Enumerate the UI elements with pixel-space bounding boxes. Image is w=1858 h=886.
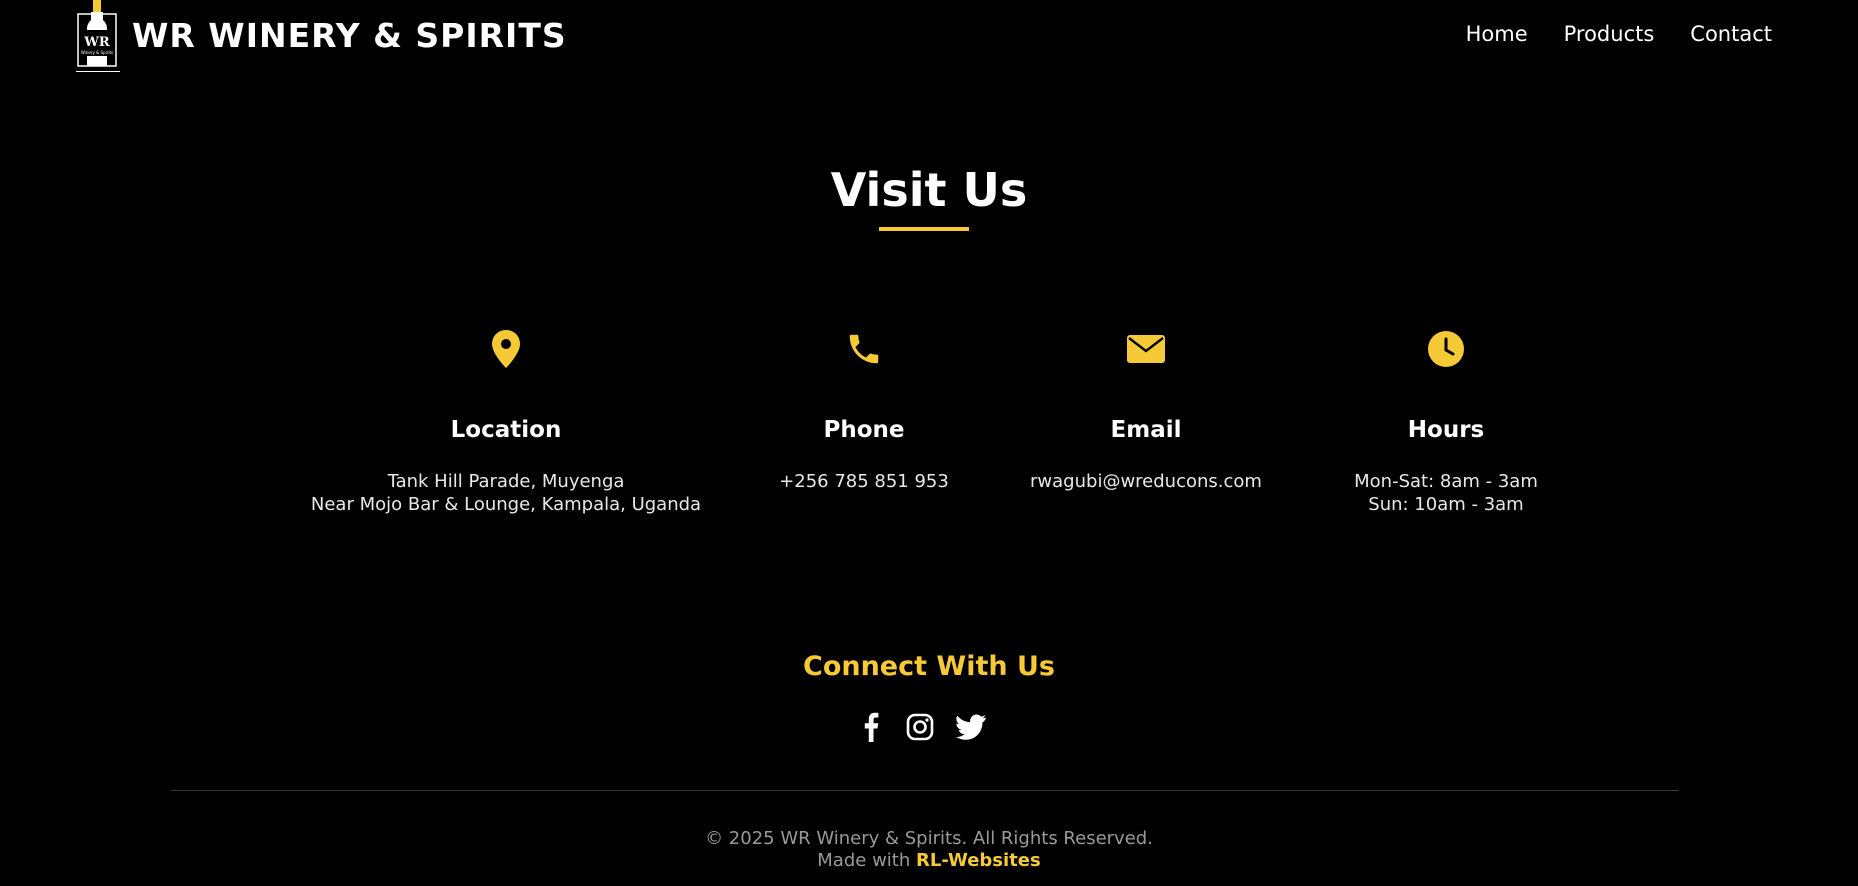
made-with-prefix: Made with (817, 850, 911, 871)
email-heading: Email (1110, 417, 1182, 443)
location-card: Location Tank Hill Parade, Muyenga Near … (306, 328, 706, 516)
logo-tagline: Winery & Spirits (81, 50, 113, 55)
rl-websites-link[interactable]: RL-Websites (916, 850, 1041, 871)
phone-card: Phone +256 785 851 953 (764, 328, 964, 493)
facebook-icon[interactable] (858, 712, 884, 742)
title-underline (879, 227, 969, 231)
main-nav: Home Products Contact (1466, 22, 1772, 46)
made-with-line: Made with RL-Websites (0, 849, 1858, 872)
clock-icon (1316, 328, 1576, 370)
social-links (858, 712, 986, 742)
twitter-icon[interactable] (956, 714, 986, 740)
site-header: WR Winery & Spirits WR WINERY & SPIRITS … (0, 0, 1858, 80)
copyright-text: © 2025 WR Winery & Spirits. All Rights R… (705, 828, 1153, 849)
email-card: Email rwagubi@wreducons.com (1006, 328, 1286, 493)
brand-name[interactable]: WR WINERY & SPIRITS (132, 16, 567, 55)
nav-products-link[interactable]: Products (1564, 22, 1655, 46)
connect-heading: Connect With Us (803, 651, 1055, 682)
phone-number[interactable]: +256 785 851 953 (779, 471, 949, 492)
location-heading: Location (450, 417, 562, 443)
hours-line-2: Sun: 10am - 3am (1368, 494, 1524, 515)
email-address[interactable]: rwagubi@wreducons.com (1030, 471, 1262, 492)
footer-divider (171, 790, 1679, 791)
location-line-2: Near Mojo Bar & Lounge, Kampala, Uganda (310, 494, 702, 515)
nav-home-link[interactable]: Home (1466, 22, 1528, 46)
phone-heading: Phone (823, 417, 905, 443)
envelope-icon (1006, 328, 1286, 370)
map-pin-icon (306, 328, 706, 370)
hours-heading: Hours (1407, 417, 1485, 443)
hours-line-1: Mon-Sat: 8am - 3am (1354, 471, 1538, 492)
hours-card: Hours Mon-Sat: 8am - 3am Sun: 10am - 3am (1316, 328, 1576, 516)
logo[interactable]: WR Winery & Spirits (76, 0, 122, 76)
instagram-icon[interactable] (906, 713, 934, 741)
nav-contact-link[interactable]: Contact (1690, 22, 1772, 46)
location-line-1: Tank Hill Parade, Muyenga (387, 471, 625, 492)
section-title: Visit Us (830, 163, 1028, 217)
phone-icon (764, 328, 964, 370)
logo-monogram: WR (83, 35, 110, 50)
